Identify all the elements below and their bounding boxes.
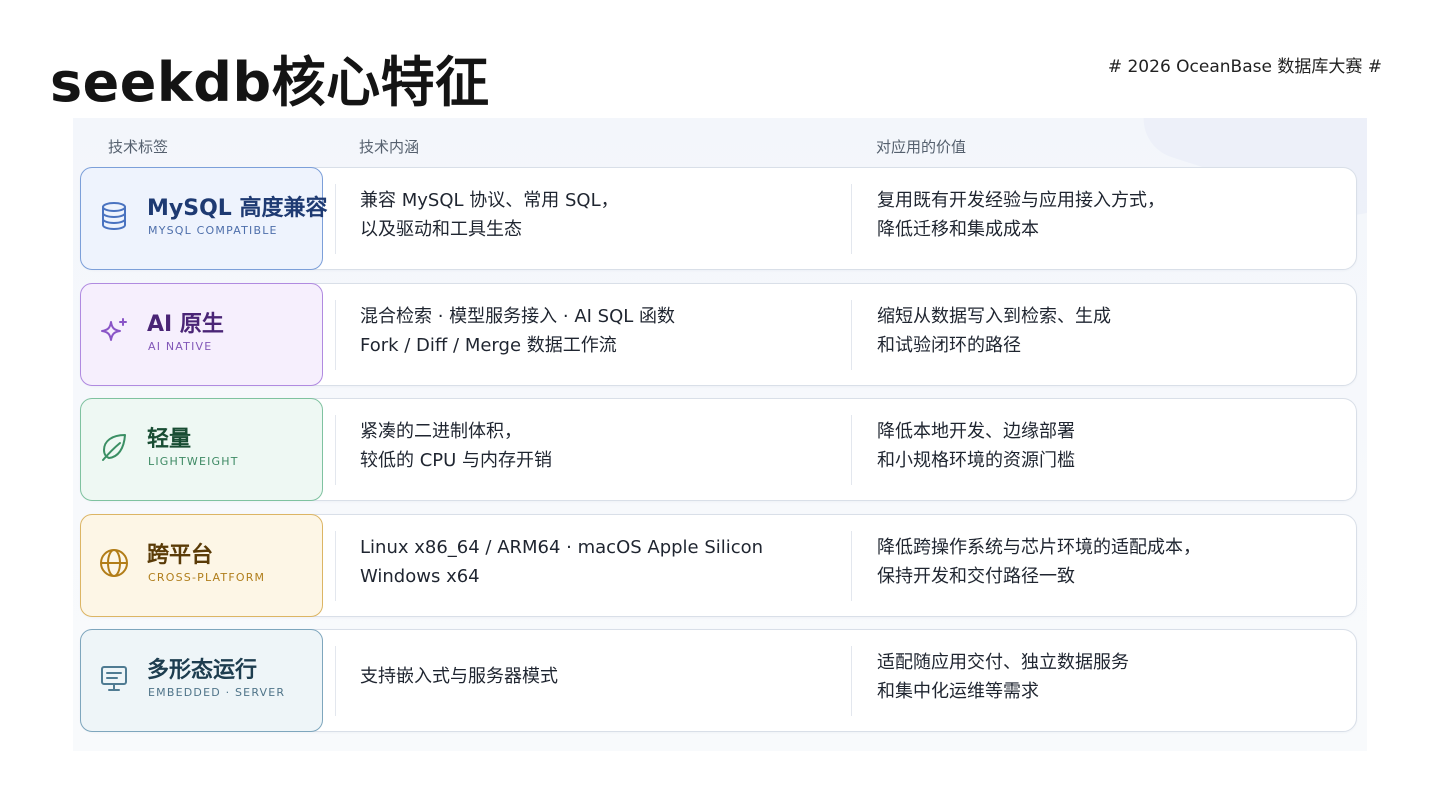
meaning-cell-line: 紧凑的二进制体积，: [360, 421, 522, 442]
value-cell: 复用既有开发经验与应用接入方式， 降低迁移和集成成本: [877, 186, 1165, 244]
value-cell-line: 保持开发和交付路径一致: [877, 565, 1075, 587]
value-cell: 降低跨操作系统与芯片环境的适配成本， 保持开发和交付路径一致: [877, 533, 1201, 591]
column-header-meaning: 技术内涵: [359, 138, 420, 156]
meaning-cell: 兼容 MySQL 协议、常用 SQL， 以及驱动和工具生态: [360, 186, 619, 244]
value-cell-line: 和小规格环境的资源门槛: [877, 450, 1075, 471]
feature-tag-card: 多形态运行 EMBEDDED · SERVER: [80, 629, 323, 732]
feature-subtitle: CROSS-PLATFORM: [148, 570, 266, 584]
feature-title: 跨平台: [147, 542, 214, 568]
feature-subtitle: MYSQL COMPATIBLE: [148, 224, 278, 237]
meaning-cell-line: 支持嵌入式与服务器模式: [360, 666, 558, 687]
value-cell-line: 缩短从数据写入到检索、生成: [877, 305, 1111, 327]
meaning-cell: 混合检索 · 模型服务接入 · AI SQL 函数 Fork / Diff / M…: [360, 302, 675, 360]
column-divider: [851, 415, 852, 485]
feature-title: MySQL 高度兼容: [147, 196, 328, 221]
feature-title: AI 原生: [147, 311, 224, 337]
meaning-cell-line: 以及驱动和工具生态: [360, 219, 522, 240]
meaning-cell-line: 兼容 MySQL 协议、常用 SQL，: [360, 190, 619, 211]
column-divider: [335, 530, 336, 601]
meaning-cell-line: Linux x86_64 / ARM64 · macOS Apple Silic…: [360, 536, 764, 558]
column-divider: [851, 299, 852, 370]
feature-title: 轻量: [147, 427, 192, 452]
value-cell: 缩短从数据写入到检索、生成 和试验闭环的路径: [877, 302, 1111, 360]
feature-tag-card: 轻量 LIGHTWEIGHT: [80, 398, 323, 501]
feature-row: 轻量 LIGHTWEIGHT 紧凑的二进制体积， 较低的 CPU 与内存开销 降低本地开…: [80, 398, 1357, 501]
value-cell-line: 复用既有开发经验与应用接入方式，: [877, 190, 1165, 211]
value-cell-line: 和试验闭环的路径: [877, 334, 1021, 356]
value-cell: 适配随应用交付、独立数据服务 和集中化运维等需求: [877, 648, 1129, 706]
feature-row: AI 原生 AI NATIVE 混合检索 · 模型服务接入 · AI SQL 函数 F…: [80, 282, 1357, 386]
database-icon: [98, 200, 130, 232]
feature-title: 多形态运行: [147, 658, 258, 683]
page-title: seekdb核心特征: [50, 51, 490, 114]
value-cell: 降低本地开发、边缘部署 和小规格环境的资源门槛: [877, 417, 1075, 475]
column-divider: [335, 299, 336, 370]
feature-row: MySQL 高度兼容 MYSQL COMPATIBLE 兼容 MySQL 协议、常用…: [80, 167, 1357, 270]
meaning-cell-line: 较低的 CPU 与内存开销: [360, 450, 553, 471]
feature-subtitle: LIGHTWEIGHT: [148, 455, 239, 468]
value-cell-line: 降低迁移和集成成本: [877, 219, 1039, 240]
event-tag: # 2026 OceanBase 数据库大赛 #: [1107, 57, 1382, 77]
column-divider: [851, 184, 852, 254]
globe-icon: [98, 547, 130, 579]
feature-tag-card: MySQL 高度兼容 MYSQL COMPATIBLE: [80, 167, 327, 270]
value-cell-line: 降低跨操作系统与芯片环境的适配成本，: [877, 536, 1201, 558]
column-divider: [335, 184, 336, 254]
column-divider: [335, 415, 336, 485]
leaf-icon: [98, 431, 130, 463]
sparkle-icon: [98, 316, 130, 348]
feature-subtitle: AI NATIVE: [148, 339, 213, 353]
column-header-tag: 技术标签: [108, 138, 169, 156]
meaning-cell-line: 混合检索 · 模型服务接入 · AI SQL 函数: [360, 305, 676, 327]
feature-subtitle: EMBEDDED · SERVER: [148, 686, 286, 699]
column-divider: [851, 646, 852, 716]
meaning-cell: Linux x86_64 / ARM64 · macOS Apple Silic…: [360, 533, 763, 591]
column-divider: [851, 530, 852, 601]
value-cell-line: 降低本地开发、边缘部署: [877, 421, 1075, 442]
meaning-cell: 支持嵌入式与服务器模式: [360, 662, 558, 691]
value-cell-line: 适配随应用交付、独立数据服务: [877, 652, 1129, 673]
column-header-value: 对应用的价值: [876, 138, 967, 156]
feature-row: 多形态运行 EMBEDDED · SERVER 支持嵌入式与服务器模式 适配随应用交付…: [80, 629, 1357, 732]
column-divider: [335, 646, 336, 716]
feature-row: 跨平台 CROSS-PLATFORM Linux x86_64 / ARM64 · …: [80, 513, 1357, 617]
meaning-cell: 紧凑的二进制体积， 较低的 CPU 与内存开销: [360, 417, 552, 475]
meaning-cell-line: Fork / Diff / Merge 数据工作流: [360, 334, 617, 356]
value-cell-line: 和集中化运维等需求: [877, 681, 1039, 702]
feature-tag-card: 跨平台 CROSS-PLATFORM: [80, 513, 323, 617]
feature-tag-card: AI 原生 AI NATIVE: [80, 282, 323, 386]
meaning-cell-line: Windows x64: [360, 565, 480, 587]
monitor-icon: [98, 662, 130, 694]
